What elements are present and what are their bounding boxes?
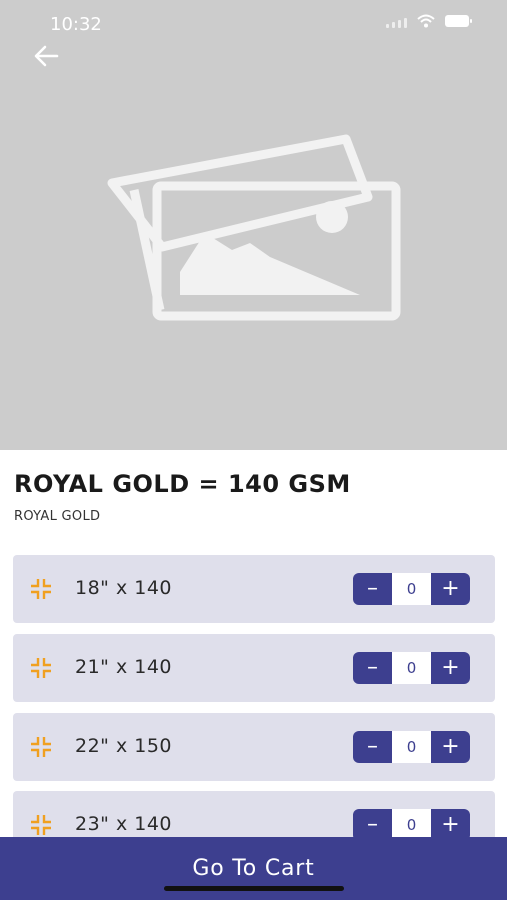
size-label: 22" x 150	[75, 735, 173, 757]
size-list[interactable]: 18" x 140 – 0 + 21" x 140 – 0 + 22" x 15…	[13, 555, 495, 837]
product-title: ROYAL GOLD = 140 GSM	[14, 470, 351, 498]
increment-button[interactable]: +	[431, 573, 470, 605]
status-time: 10:32	[50, 14, 102, 35]
compress-icon	[31, 579, 51, 599]
quantity-value: 0	[392, 573, 431, 605]
battery-icon	[445, 15, 472, 27]
quantity-value: 0	[392, 652, 431, 684]
decrement-button[interactable]: –	[353, 652, 392, 684]
image-placeholder-icon	[107, 134, 401, 321]
increment-button[interactable]: +	[431, 731, 470, 763]
decrement-button[interactable]: –	[353, 809, 392, 837]
increment-button[interactable]: +	[431, 809, 470, 837]
list-item: 18" x 140 – 0 +	[13, 555, 495, 623]
decrement-button[interactable]: –	[353, 573, 392, 605]
go-to-cart-label: Go To Cart	[192, 856, 315, 881]
list-item: 21" x 140 – 0 +	[13, 634, 495, 702]
home-indicator	[164, 886, 344, 891]
compress-icon	[31, 815, 51, 835]
size-label: 23" x 140	[75, 813, 173, 835]
product-subtitle: ROYAL GOLD	[14, 509, 101, 524]
product-image: 10:32	[0, 0, 507, 450]
list-item: 23" x 140 – 0 +	[13, 791, 495, 837]
list-item: 22" x 150 – 0 +	[13, 713, 495, 781]
quantity-value: 0	[392, 731, 431, 763]
quantity-stepper: – 0 +	[353, 809, 470, 837]
size-label: 18" x 140	[75, 577, 173, 599]
quantity-stepper: – 0 +	[353, 731, 470, 763]
arrow-left-icon	[34, 45, 59, 67]
quantity-stepper: – 0 +	[353, 573, 470, 605]
compress-icon	[31, 658, 51, 678]
signal-icon	[386, 14, 407, 28]
size-label: 21" x 140	[75, 656, 173, 678]
decrement-button[interactable]: –	[353, 731, 392, 763]
increment-button[interactable]: +	[431, 652, 470, 684]
wifi-icon	[417, 14, 435, 28]
compress-icon	[31, 737, 51, 757]
quantity-value: 0	[392, 809, 431, 837]
back-button[interactable]	[28, 38, 64, 74]
status-icons	[386, 14, 473, 28]
quantity-stepper: – 0 +	[353, 652, 470, 684]
